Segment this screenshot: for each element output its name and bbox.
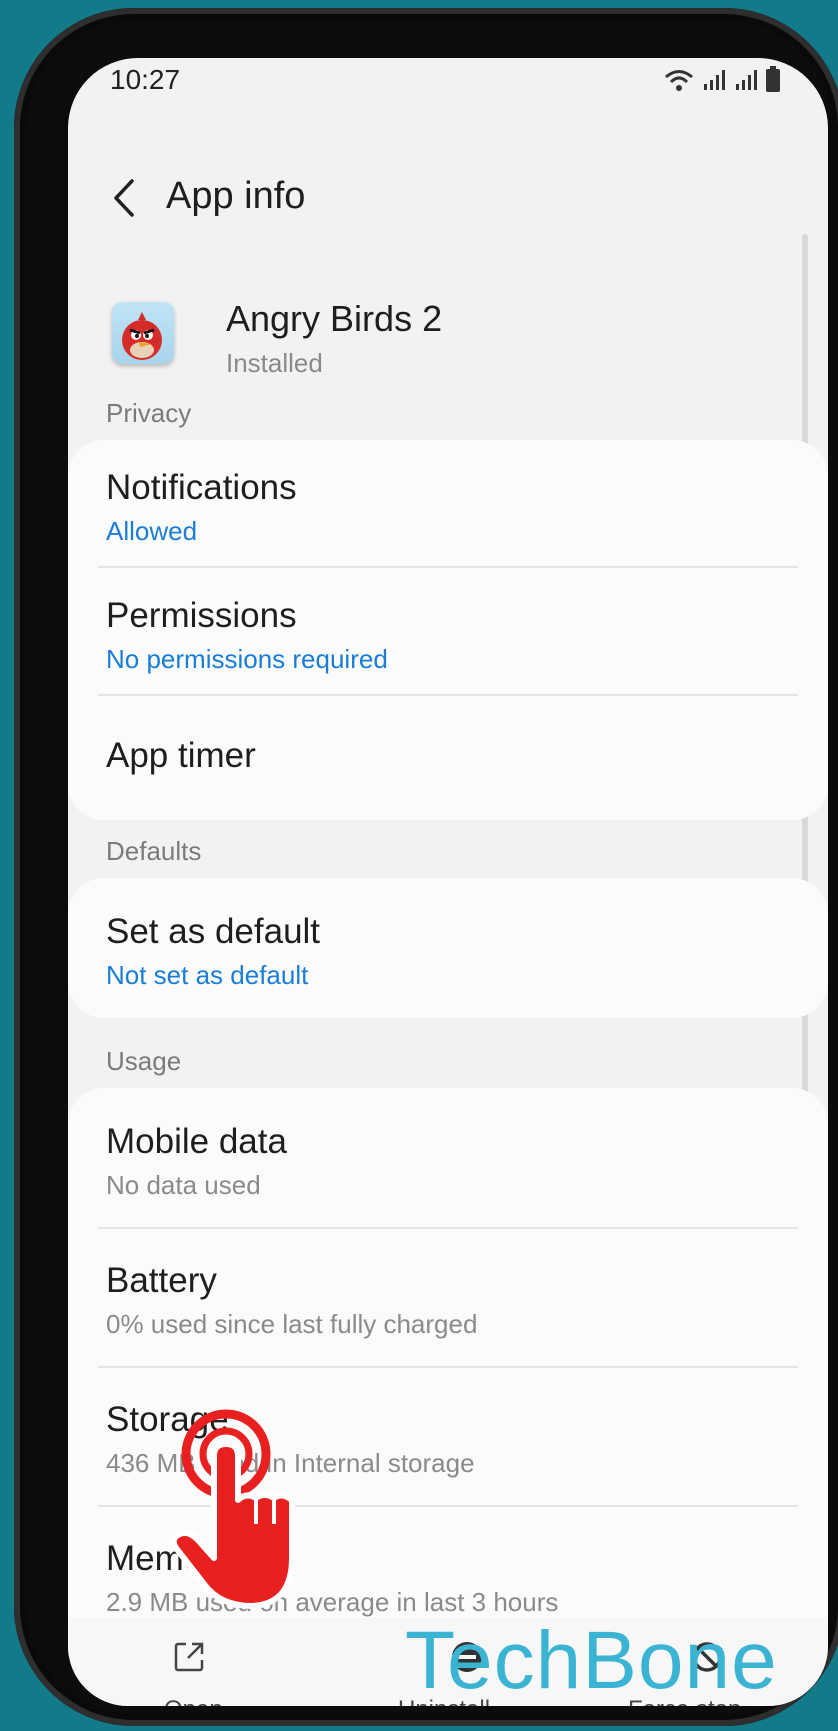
row-app-timer[interactable]: App timer: [68, 696, 828, 820]
angry-bird-icon: [122, 312, 162, 360]
row-title: Mobile data: [106, 1122, 287, 1161]
row-battery[interactable]: Battery 0% used since last fully charged: [68, 1229, 828, 1367]
open-external-icon: [174, 1642, 204, 1672]
section-label-defaults: Defaults: [106, 836, 202, 866]
row-title: Notifications: [106, 468, 297, 507]
row-permissions[interactable]: Permissions No permissions required: [68, 568, 828, 694]
status-bar: 10:27: [68, 58, 828, 128]
row-subtitle: No permissions required: [106, 644, 388, 674]
chevron-left-icon[interactable]: [106, 173, 146, 223]
row-title: Permissions: [106, 596, 297, 635]
row-subtitle: Not set as default: [106, 960, 309, 990]
privacy-card: Notifications Allowed Permissions No per…: [68, 440, 828, 820]
row-subtitle: 0% used since last fully charged: [106, 1309, 478, 1339]
row-mobile-data[interactable]: Mobile data No data used: [68, 1088, 828, 1228]
defaults-card: Set as default Not set as default: [68, 878, 828, 1018]
wifi-icon: [665, 70, 693, 91]
row-title: Battery: [106, 1261, 217, 1300]
open-button[interactable]: Open: [128, 1618, 248, 1706]
row-title: Set as default: [106, 912, 321, 951]
phone-frame: 10:27 App info Angry Birds 2 Installed P…: [14, 8, 838, 1726]
row-subtitle: No data used: [106, 1170, 261, 1200]
hand-tap-icon: [170, 1409, 295, 1609]
app-install-status: Installed: [226, 348, 323, 378]
row-title: App timer: [106, 736, 256, 775]
page-title: App info: [166, 175, 306, 217]
section-label-privacy: Privacy: [106, 398, 192, 428]
app-name: Angry Birds 2: [226, 298, 443, 339]
app-header: Angry Birds 2 Installed: [68, 268, 828, 378]
row-set-as-default[interactable]: Set as default Not set as default: [68, 878, 828, 1018]
open-label: Open: [164, 1696, 223, 1706]
section-label-usage: Usage: [106, 1046, 182, 1076]
status-icons: [664, 66, 780, 92]
row-notifications[interactable]: Notifications Allowed: [68, 440, 828, 566]
app-icon: [112, 302, 174, 364]
app-bar: App info: [68, 153, 828, 243]
row-subtitle: Allowed: [106, 516, 198, 546]
signal-icon: [704, 70, 725, 90]
status-time: 10:27: [110, 64, 181, 95]
battery-icon: [766, 66, 780, 92]
watermark: TechBone: [405, 1615, 778, 1706]
signal-icon: [736, 70, 757, 90]
